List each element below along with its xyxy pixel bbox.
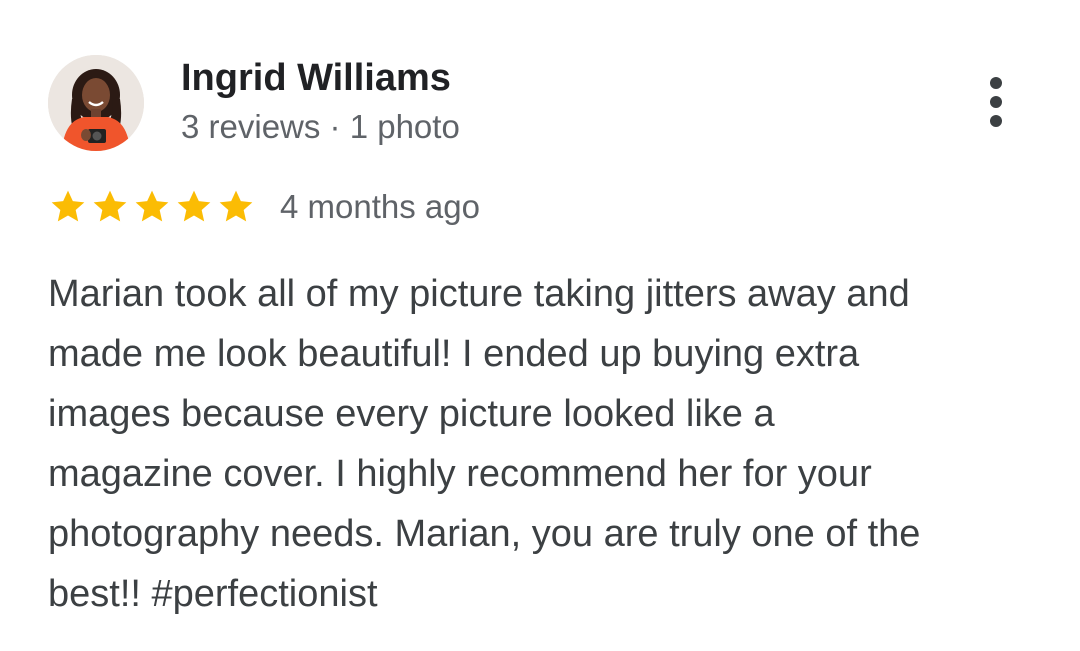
review-text-line: magazine cover. I highly recommend her f…: [48, 453, 872, 495]
star-icon: [90, 187, 130, 227]
review-text-line: made me look beautiful! I ended up buyin…: [48, 333, 860, 375]
review-text-line: images because every picture looked like…: [48, 393, 775, 435]
review-text: Marian took all of my picture taking jit…: [48, 264, 1038, 624]
review-date: 4 months ago: [280, 188, 480, 225]
star-rating: [48, 187, 258, 227]
review-card: Ingrid Williams 3 reviews · 1 photo 4 mo…: [0, 0, 1080, 651]
star-icon: [216, 187, 256, 227]
reviewer-name[interactable]: Ingrid Williams: [181, 55, 451, 101]
review-text-line: photography needs. Marian, you are truly…: [48, 513, 921, 555]
avatar-photo-icon: [48, 55, 144, 151]
more-vert-icon: [990, 77, 1002, 127]
star-icon: [132, 187, 172, 227]
rating-row: 4 months ago: [48, 184, 480, 230]
more-options-button[interactable]: [972, 72, 1020, 136]
reviewer-stats: 3 reviews · 1 photo: [181, 108, 460, 145]
reviewer-avatar[interactable]: [48, 55, 144, 151]
star-icon: [174, 187, 214, 227]
review-text-line: best!! #perfectionist: [48, 573, 378, 615]
star-icon: [48, 187, 88, 227]
review-text-line: Marian took all of my picture taking jit…: [48, 273, 910, 315]
